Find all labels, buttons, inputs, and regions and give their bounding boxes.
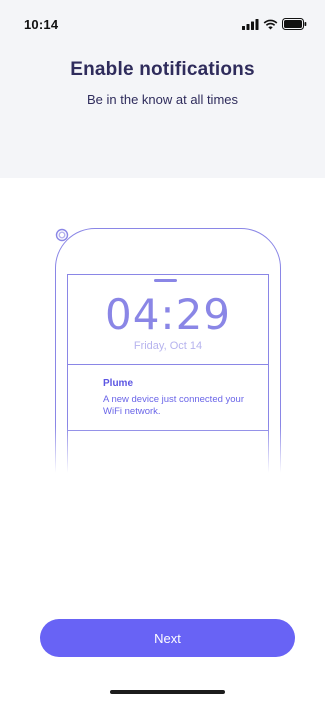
page-subtitle: Be in the know at all times	[86, 92, 239, 107]
wifi-icon	[263, 19, 278, 29]
signal-icon	[242, 18, 259, 30]
page-title: Enable notifications	[70, 59, 255, 80]
phone-fade-overlay	[55, 426, 281, 481]
notification-message: A new device just connected your WiFi ne…	[103, 394, 245, 417]
plume-logo-icon	[55, 228, 69, 242]
status-time: 10:14	[24, 17, 59, 32]
home-indicator	[110, 690, 225, 694]
onboarding-screen: 10:14 Enable notifications Be in the kno…	[0, 0, 325, 701]
screen-handle-bar	[154, 279, 177, 282]
notification-app-name: Plume	[103, 378, 134, 389]
phone-illustration: 04:29 Friday, Oct 14 Plume A new device …	[55, 228, 281, 481]
status-bar: 10:14	[0, 0, 325, 44]
next-button[interactable]: Next	[40, 619, 295, 657]
status-icons	[242, 18, 307, 30]
lockscreen-time: 04:29	[104, 290, 232, 339]
battery-icon	[282, 18, 307, 30]
lockscreen-date: Friday, Oct 14	[133, 340, 203, 352]
